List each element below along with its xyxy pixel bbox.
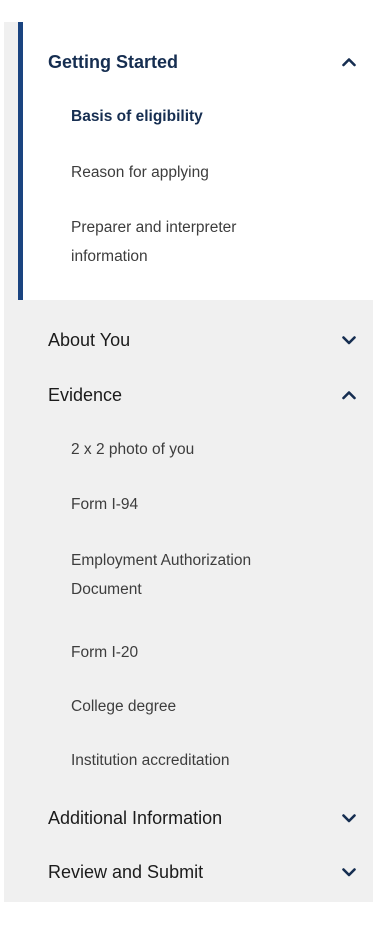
nav-item-form-i-20[interactable]: Form I-20 (71, 639, 341, 667)
nav-item-label: Institution accreditation (71, 752, 230, 769)
nav-item-label: College degree (71, 698, 177, 715)
nav-item-label: Employment Authorization Document (71, 552, 252, 598)
nav-item-photo[interactable]: 2 x 2 photo of you (71, 436, 341, 464)
chevron-up-icon (340, 386, 358, 404)
chevron-down-icon (340, 863, 358, 881)
nav-item-institution-accreditation[interactable]: Institution accreditation (71, 747, 341, 775)
section-review-and-submit[interactable]: Review and Submit (48, 852, 358, 892)
nav-item-college-degree[interactable]: College degree (71, 693, 341, 721)
nav-item-label: 2 x 2 photo of you (71, 441, 195, 458)
nav-item-label: Form I-20 (71, 644, 139, 661)
section-title: Review and Submit (48, 861, 204, 882)
chevron-down-icon (340, 331, 358, 349)
nav-item-form-i-94[interactable]: Form I-94 (71, 491, 341, 519)
nav-item-basis-of-eligibility[interactable]: Basis of eligibility (71, 103, 341, 131)
section-title: About You (48, 329, 131, 350)
section-additional-information[interactable]: Additional Information (48, 798, 358, 838)
chevron-up-icon (340, 53, 358, 71)
section-getting-started[interactable]: Getting Started (48, 42, 358, 82)
nav-item-reason-for-applying[interactable]: Reason for applying (71, 159, 341, 187)
section-evidence[interactable]: Evidence (48, 375, 358, 415)
section-about-you[interactable]: About You (48, 320, 358, 360)
section-title: Getting Started (48, 51, 179, 72)
chevron-down-icon (340, 809, 358, 827)
nav-item-label: Preparer and interpreter information (71, 219, 237, 265)
nav-item-preparer-and-interpreter[interactable]: Preparer and interpreter information (71, 213, 301, 273)
section-title: Evidence (48, 384, 123, 405)
nav-item-employment-authorization-document[interactable]: Employment Authorization Document (71, 546, 311, 606)
nav-item-label: Form I-94 (71, 496, 139, 513)
section-title: Additional Information (48, 807, 223, 828)
nav-item-label: Reason for applying (71, 164, 209, 181)
nav-item-label: Basis of eligibility (71, 108, 203, 125)
